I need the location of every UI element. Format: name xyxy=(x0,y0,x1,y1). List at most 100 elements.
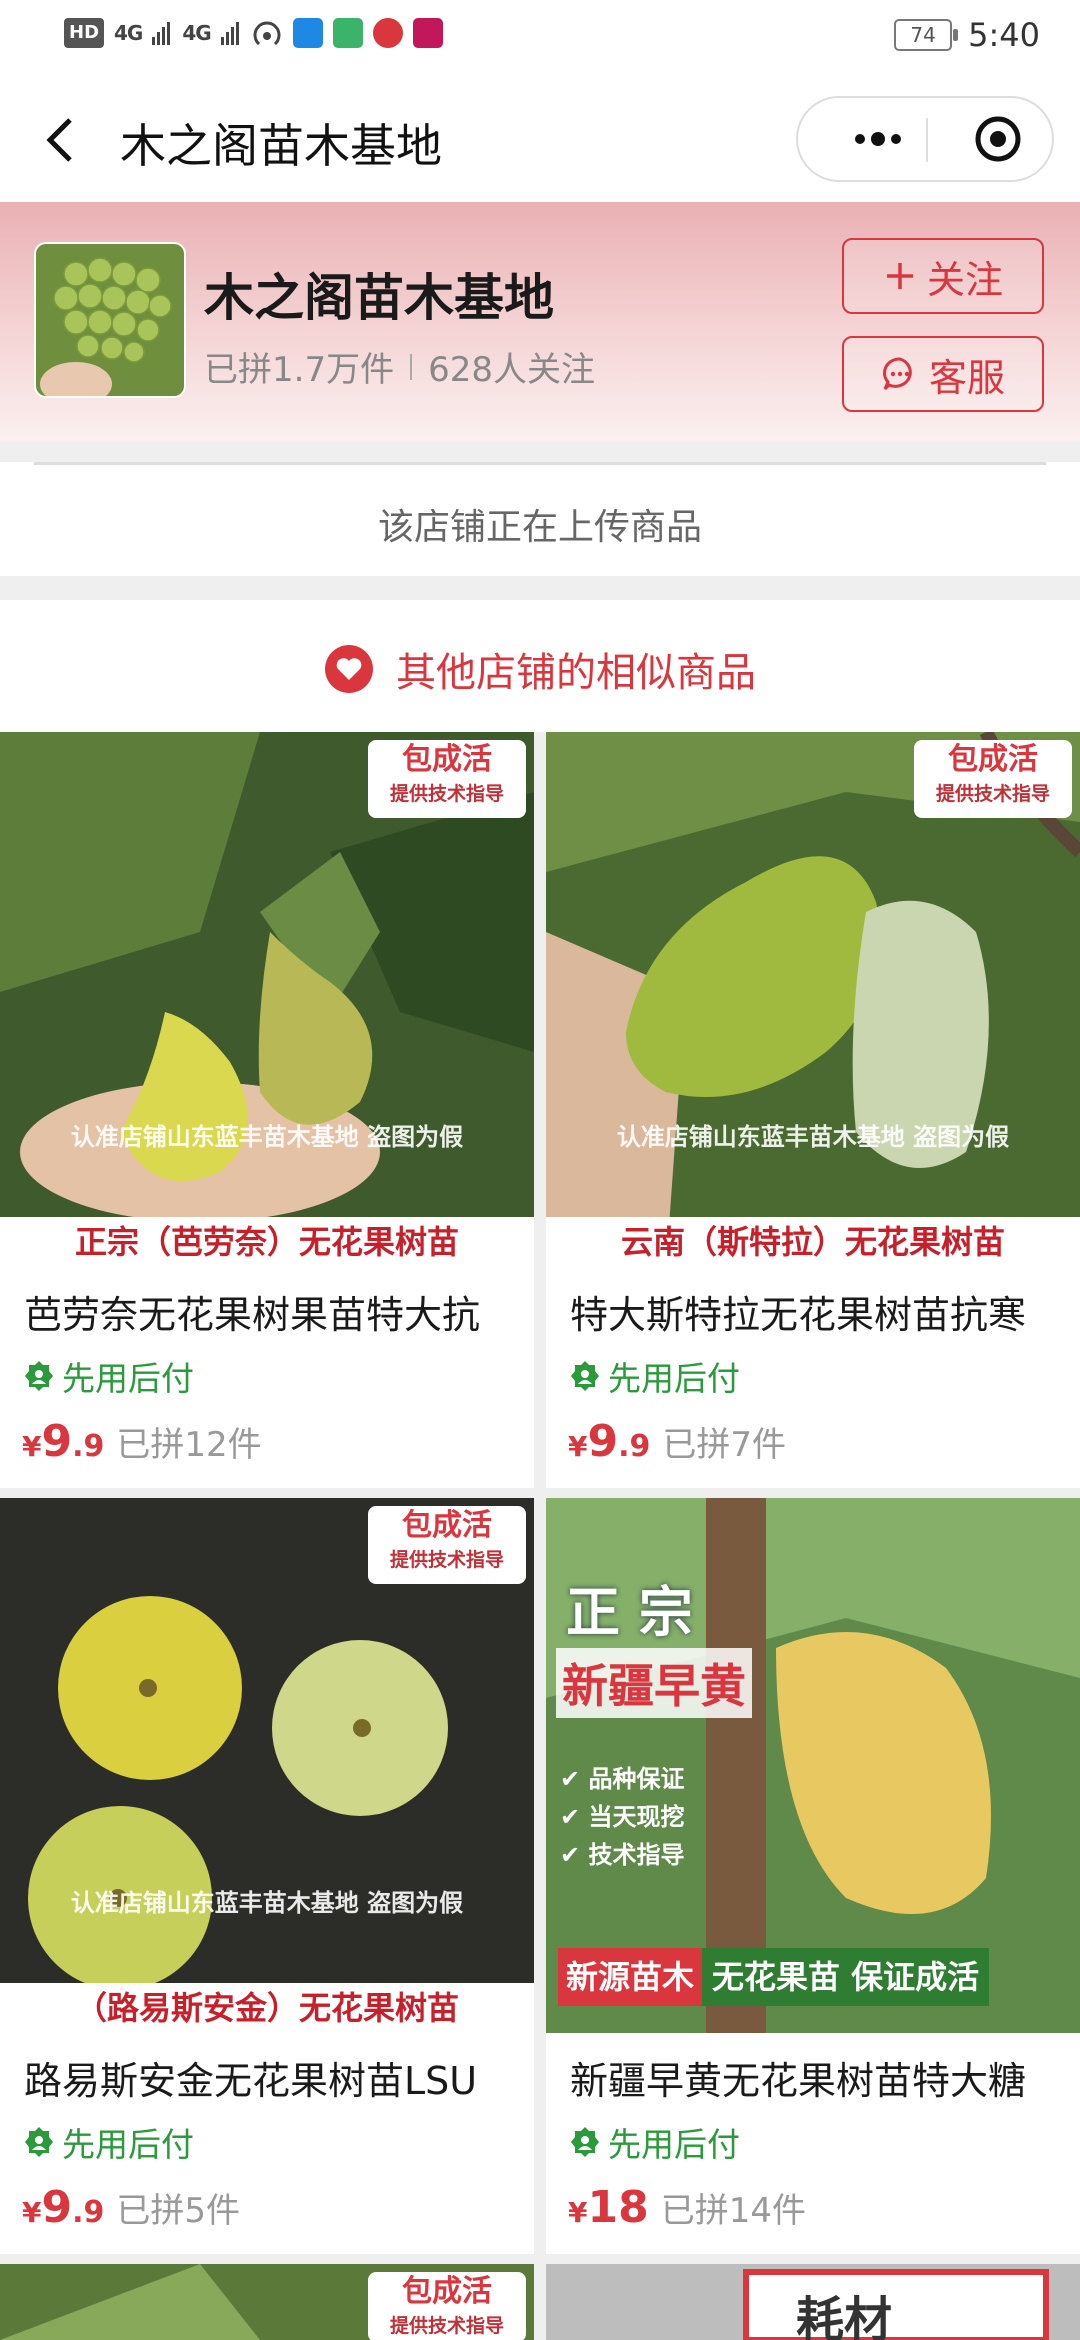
app-icon xyxy=(332,18,363,48)
guarantee-badge: 包成活 提供技术指导 xyxy=(368,1506,526,1584)
image-point: ✔ 品种保证 xyxy=(560,1765,685,1793)
guarantee-badge: 包成活 提供技术指导 xyxy=(368,740,526,818)
news-app-icon xyxy=(412,18,443,48)
store-avatar[interactable] xyxy=(34,242,186,398)
signal-bars-icon-2 xyxy=(220,22,239,45)
signal-icon-2: 4G xyxy=(182,21,211,45)
bank-icon xyxy=(372,18,403,48)
pay-later-label: 先用后付 xyxy=(62,1359,194,1398)
image-point: ✔ 技术指导 xyxy=(560,1841,685,1869)
store-sold-count: 已拼1.7万件 xyxy=(204,350,395,390)
divider xyxy=(34,462,1046,465)
product-title: 特大斯特拉无花果树苗抗寒 xyxy=(570,1293,1027,1337)
store-followers: 628人关注 xyxy=(428,350,595,390)
mini-program-capsule xyxy=(796,96,1054,182)
price-row: ¥ 18 已拼14件 xyxy=(568,2182,806,2233)
price-symbol: ¥ xyxy=(568,2196,588,2229)
product-card-partial[interactable]: 耗材 xyxy=(546,2264,1080,2340)
badge-title: 包成活 xyxy=(402,2274,492,2309)
signal-icon: 4G xyxy=(114,21,143,45)
image-heading: 正 宗 xyxy=(566,1581,693,1644)
badge-subtitle: 提供技术指导 xyxy=(389,1549,504,1571)
chat-bubble-icon xyxy=(883,357,912,391)
price-decimal: .9 xyxy=(72,2195,105,2230)
product-image[interactable]: 包成活 提供技术指导 认准店铺山东蓝丰苗木基地 盗图为假 （路易斯安金）无花果树… xyxy=(0,1498,534,2033)
page-title: 木之阁苗木基地 xyxy=(120,119,442,173)
image-watermark: 认准店铺山东蓝丰苗木基地 盗图为假 xyxy=(70,1123,464,1151)
clock: 5:40 xyxy=(968,16,1040,54)
image-text: 耗材 xyxy=(796,2292,893,2340)
back-arrow-icon[interactable] xyxy=(36,110,86,170)
pay-later-tag: 先用后付 xyxy=(22,1352,194,1400)
pay-later-tag: 先用后付 xyxy=(22,2118,194,2166)
sold-count: 已拼12件 xyxy=(116,1425,262,1465)
product-card-partial[interactable]: 包成活 提供技术指导 xyxy=(0,2264,534,2340)
sold-count: 已拼14件 xyxy=(660,2191,806,2231)
customer-service-button[interactable]: 客服 xyxy=(842,336,1044,412)
price-symbol: ¥ xyxy=(568,1430,588,1463)
product-title: 路易斯安金无花果树苗LSU xyxy=(24,2059,478,2103)
pay-later-label: 先用后付 xyxy=(608,1359,740,1398)
pay-later-icon xyxy=(571,1361,599,1391)
pay-later-label: 先用后付 xyxy=(608,2125,740,2164)
product-card[interactable]: 包成活 提供技术指导 认准店铺山东蓝丰苗木基地 盗图为假 正宗（芭劳奈）无花果树… xyxy=(0,732,534,1488)
pay-later-tag: 先用后付 xyxy=(568,2118,740,2166)
price-integer: 18 xyxy=(587,2182,649,2233)
product-image[interactable]: 正 宗 新疆早黄 ✔ 品种保证 ✔ 当天现挖 ✔ 技术指导 新源苗木 无花果苗 … xyxy=(546,1498,1080,2033)
sold-count: 已拼7件 xyxy=(662,1425,787,1465)
image-subheading: 新疆早黄 xyxy=(556,1648,752,1718)
status-icons-right: 74 5:40 xyxy=(894,16,1040,54)
product-card[interactable]: 正 宗 新疆早黄 ✔ 品种保证 ✔ 当天现挖 ✔ 技术指导 新源苗木 无花果苗 … xyxy=(546,1498,1080,2254)
pay-later-icon xyxy=(571,2127,599,2157)
image-point: ✔ 当天现挖 xyxy=(560,1803,685,1831)
product-image[interactable]: 包成活 提供技术指导 认准店铺山东蓝丰苗木基地 盗图为假 云南（斯特拉）无花果树… xyxy=(546,732,1080,1267)
image-banner-right: 无花果苗 保证成活 xyxy=(702,1948,990,2006)
badge-subtitle: 提供技术指导 xyxy=(389,783,504,805)
more-dots-icon[interactable] xyxy=(838,98,918,180)
product-card[interactable]: 包成活 提供技术指导 认准店铺山东蓝丰苗木基地 盗图为假 （路易斯安金）无花果树… xyxy=(0,1498,534,2254)
badge-subtitle: 提供技术指导 xyxy=(389,2315,504,2337)
follow-button[interactable]: 关注 xyxy=(842,238,1044,314)
pay-later-icon xyxy=(25,2127,53,2157)
product-card[interactable]: 包成活 提供技术指导 认准店铺山东蓝丰苗木基地 盗图为假 云南（斯特拉）无花果树… xyxy=(546,732,1080,1488)
sold-count: 已拼5件 xyxy=(116,2191,241,2231)
close-target-icon[interactable] xyxy=(958,98,1038,180)
follow-label: 关注 xyxy=(926,257,1003,302)
uploading-text: 该店铺正在上传商品 xyxy=(377,507,702,548)
product-image[interactable]: 包成活 提供技术指导 认准店铺山东蓝丰苗木基地 盗图为假 正宗（芭劳奈）无花果树… xyxy=(0,732,534,1267)
image-points: ✔ 品种保证 ✔ 当天现挖 ✔ 技术指导 xyxy=(560,1760,684,1874)
heart-badge-icon xyxy=(325,645,373,693)
status-bar: HD 4G 4G 74 5:40 xyxy=(0,0,1080,72)
price-symbol: ¥ xyxy=(22,1430,42,1463)
image-banner: 新源苗木 无花果苗 保证成活 xyxy=(558,1948,990,2006)
shield-app-icon xyxy=(292,18,323,48)
similar-heading: 其他店铺的相似商品 xyxy=(0,640,1080,698)
hotspot-icon xyxy=(253,21,281,46)
price-integer: 9 xyxy=(587,1416,619,1467)
service-label: 客服 xyxy=(928,355,1005,400)
stat-divider xyxy=(410,353,413,380)
price-symbol: ¥ xyxy=(22,2196,42,2229)
price-decimal: .9 xyxy=(618,1429,651,1464)
similar-heading-text: 其他店铺的相似商品 xyxy=(396,650,756,696)
capsule-divider xyxy=(926,118,928,162)
pay-later-label: 先用后付 xyxy=(62,2125,194,2164)
status-icons-left: HD 4G 4G xyxy=(64,18,443,48)
product-title: 芭劳奈无花果树果苗特大抗 xyxy=(24,1293,481,1337)
product-title: 新疆早黄无花果树苗特大糖 xyxy=(570,2059,1027,2103)
similar-section-header: 其他店铺的相似商品 xyxy=(0,600,1080,732)
battery-icon: 74 xyxy=(894,19,959,51)
price-row: ¥ 9 .9 已拼12件 xyxy=(22,1416,262,1467)
price-row: ¥ 9 .9 已拼7件 xyxy=(568,1416,786,1467)
badge-subtitle: 提供技术指导 xyxy=(935,783,1050,805)
price-integer: 9 xyxy=(41,2182,73,2233)
guarantee-badge: 包成活 提供技术指导 xyxy=(914,740,1072,818)
price-integer: 9 xyxy=(41,1416,73,1467)
hd-icon: HD xyxy=(64,18,105,48)
image-banner: 正宗（芭劳奈）无花果树苗 xyxy=(0,1217,534,1267)
signal-bars-icon xyxy=(152,22,171,45)
image-watermark: 认准店铺山东蓝丰苗木基地 盗图为假 xyxy=(70,1889,464,1917)
store-stats: 已拼1.7万件 628人关注 xyxy=(204,342,595,391)
badge-title: 包成活 xyxy=(948,742,1038,777)
store-header: 木之阁苗木基地 已拼1.7万件 628人关注 关注 客服 xyxy=(0,202,1080,442)
